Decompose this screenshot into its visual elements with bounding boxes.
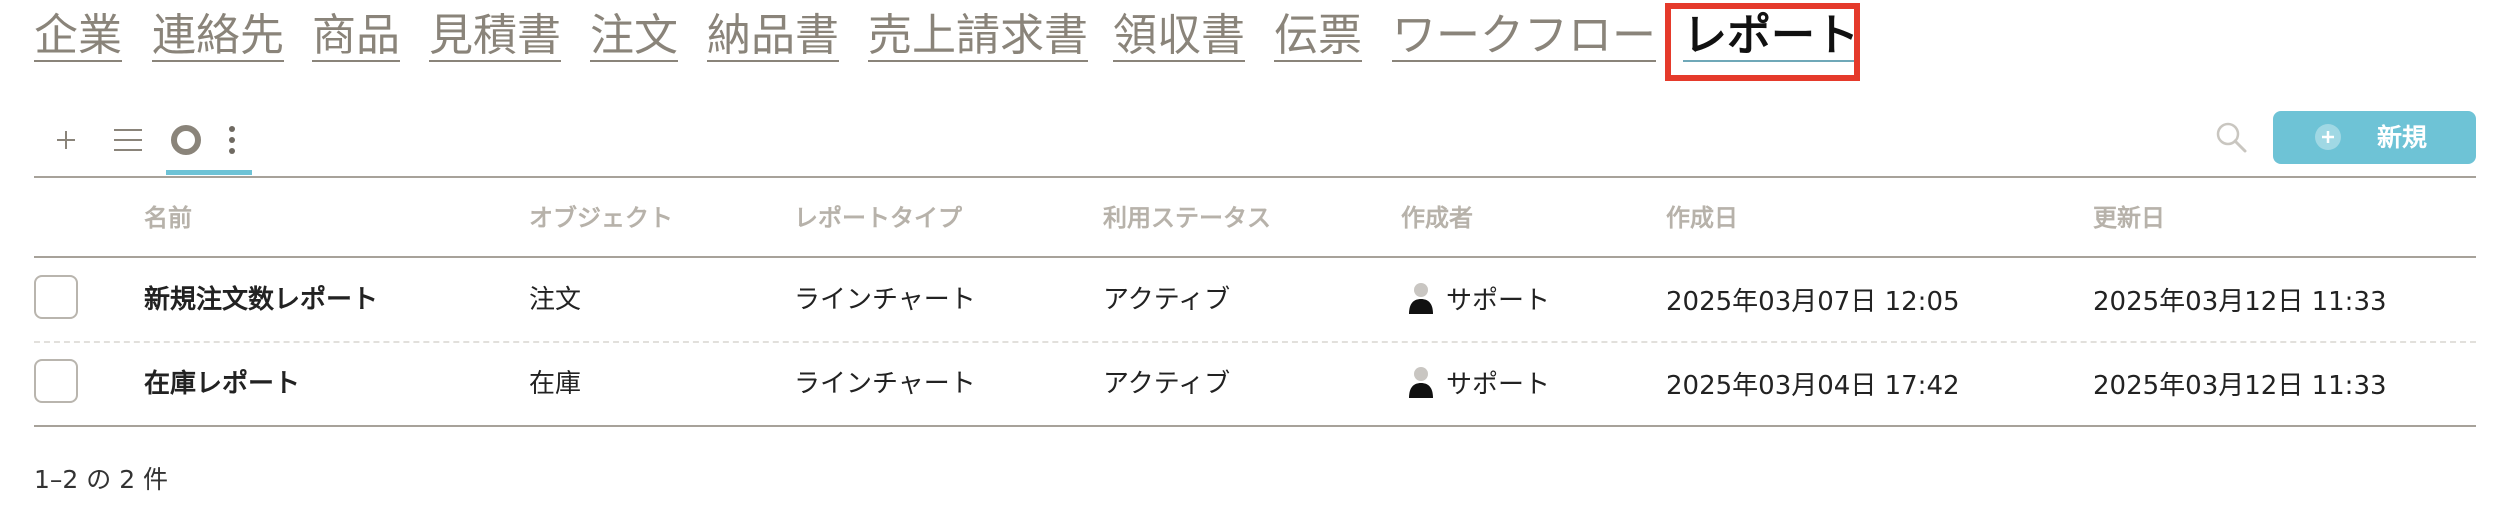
pagination-count: 1–2 の 2 件 bbox=[34, 465, 169, 494]
report-status: アクティブ bbox=[1103, 369, 1231, 399]
add-button[interactable] bbox=[46, 112, 86, 168]
report-object: 在庫 bbox=[529, 369, 582, 399]
tab-delivery-notes[interactable]: 納品書 bbox=[707, 0, 839, 72]
report-creator: サポート bbox=[1408, 276, 1550, 320]
column-header-status[interactable]: 利用ステータス bbox=[1103, 198, 1271, 238]
creator-name: サポート bbox=[1446, 369, 1551, 400]
tab-companies[interactable]: 企業 bbox=[34, 0, 122, 72]
row-checkbox[interactable] bbox=[34, 359, 78, 403]
tab-workflow[interactable]: ワークフロー bbox=[1392, 0, 1656, 72]
column-header-updated[interactable]: 更新日 bbox=[2093, 198, 2165, 238]
add-circle-icon bbox=[2315, 124, 2341, 150]
circle-view-button[interactable] bbox=[164, 112, 208, 168]
tab-receipts[interactable]: 領収書 bbox=[1113, 0, 1245, 72]
tab-slips[interactable]: 伝票 bbox=[1274, 0, 1362, 72]
column-header-creator[interactable]: 作成者 bbox=[1401, 198, 1473, 238]
table-header-border bbox=[34, 256, 2476, 258]
search-button[interactable] bbox=[2214, 120, 2256, 162]
report-name[interactable]: 新規注文数レポート bbox=[144, 278, 378, 322]
report-name[interactable]: 在庫レポート bbox=[144, 362, 300, 406]
user-avatar-icon bbox=[1409, 283, 1433, 314]
list-view-button[interactable] bbox=[108, 112, 148, 168]
row-divider bbox=[34, 341, 2476, 343]
circle-view-icon bbox=[171, 125, 201, 155]
active-view-indicator bbox=[166, 170, 252, 175]
column-header-name[interactable]: 名前 bbox=[144, 198, 192, 238]
report-object: 注文 bbox=[529, 285, 582, 315]
tab-products[interactable]: 商品 bbox=[312, 0, 400, 72]
tab-reports[interactable]: レポート bbox=[1683, 0, 1859, 72]
column-header-created[interactable]: 作成日 bbox=[1666, 198, 1738, 238]
column-header-report-type[interactable]: レポートタイプ bbox=[794, 198, 962, 238]
report-created-date: 2025年03月07日 12:05 bbox=[1666, 287, 1960, 317]
user-avatar-icon bbox=[1409, 367, 1433, 398]
tab-quotes[interactable]: 見積書 bbox=[429, 0, 561, 72]
report-creator: サポート bbox=[1408, 360, 1550, 404]
creator-name: サポート bbox=[1446, 285, 1551, 316]
new-button-label: 新規 bbox=[2377, 123, 2428, 152]
tab-orders[interactable]: 注文 bbox=[590, 0, 678, 72]
list-icon bbox=[114, 129, 142, 151]
tab-sales-invoices[interactable]: 売上請求書 bbox=[868, 0, 1088, 72]
column-header-object[interactable]: オブジェクト bbox=[529, 198, 673, 238]
report-type: ラインチャート bbox=[794, 369, 976, 399]
report-updated-date: 2025年03月12日 11:33 bbox=[2093, 287, 2387, 317]
new-report-button[interactable]: 新規 bbox=[2273, 111, 2476, 164]
tab-contacts[interactable]: 連絡先 bbox=[152, 0, 284, 72]
table-bottom-border bbox=[34, 425, 2476, 427]
report-status: アクティブ bbox=[1103, 285, 1231, 315]
row-checkbox[interactable] bbox=[34, 275, 78, 319]
more-vertical-icon bbox=[229, 126, 235, 154]
plus-icon bbox=[57, 131, 75, 149]
report-updated-date: 2025年03月12日 11:33 bbox=[2093, 371, 2387, 401]
more-options-button[interactable] bbox=[218, 112, 246, 168]
table-top-border bbox=[34, 176, 2476, 178]
report-type: ラインチャート bbox=[794, 285, 976, 315]
search-icon bbox=[2216, 122, 2247, 153]
report-created-date: 2025年03月04日 17:42 bbox=[1666, 371, 1960, 401]
